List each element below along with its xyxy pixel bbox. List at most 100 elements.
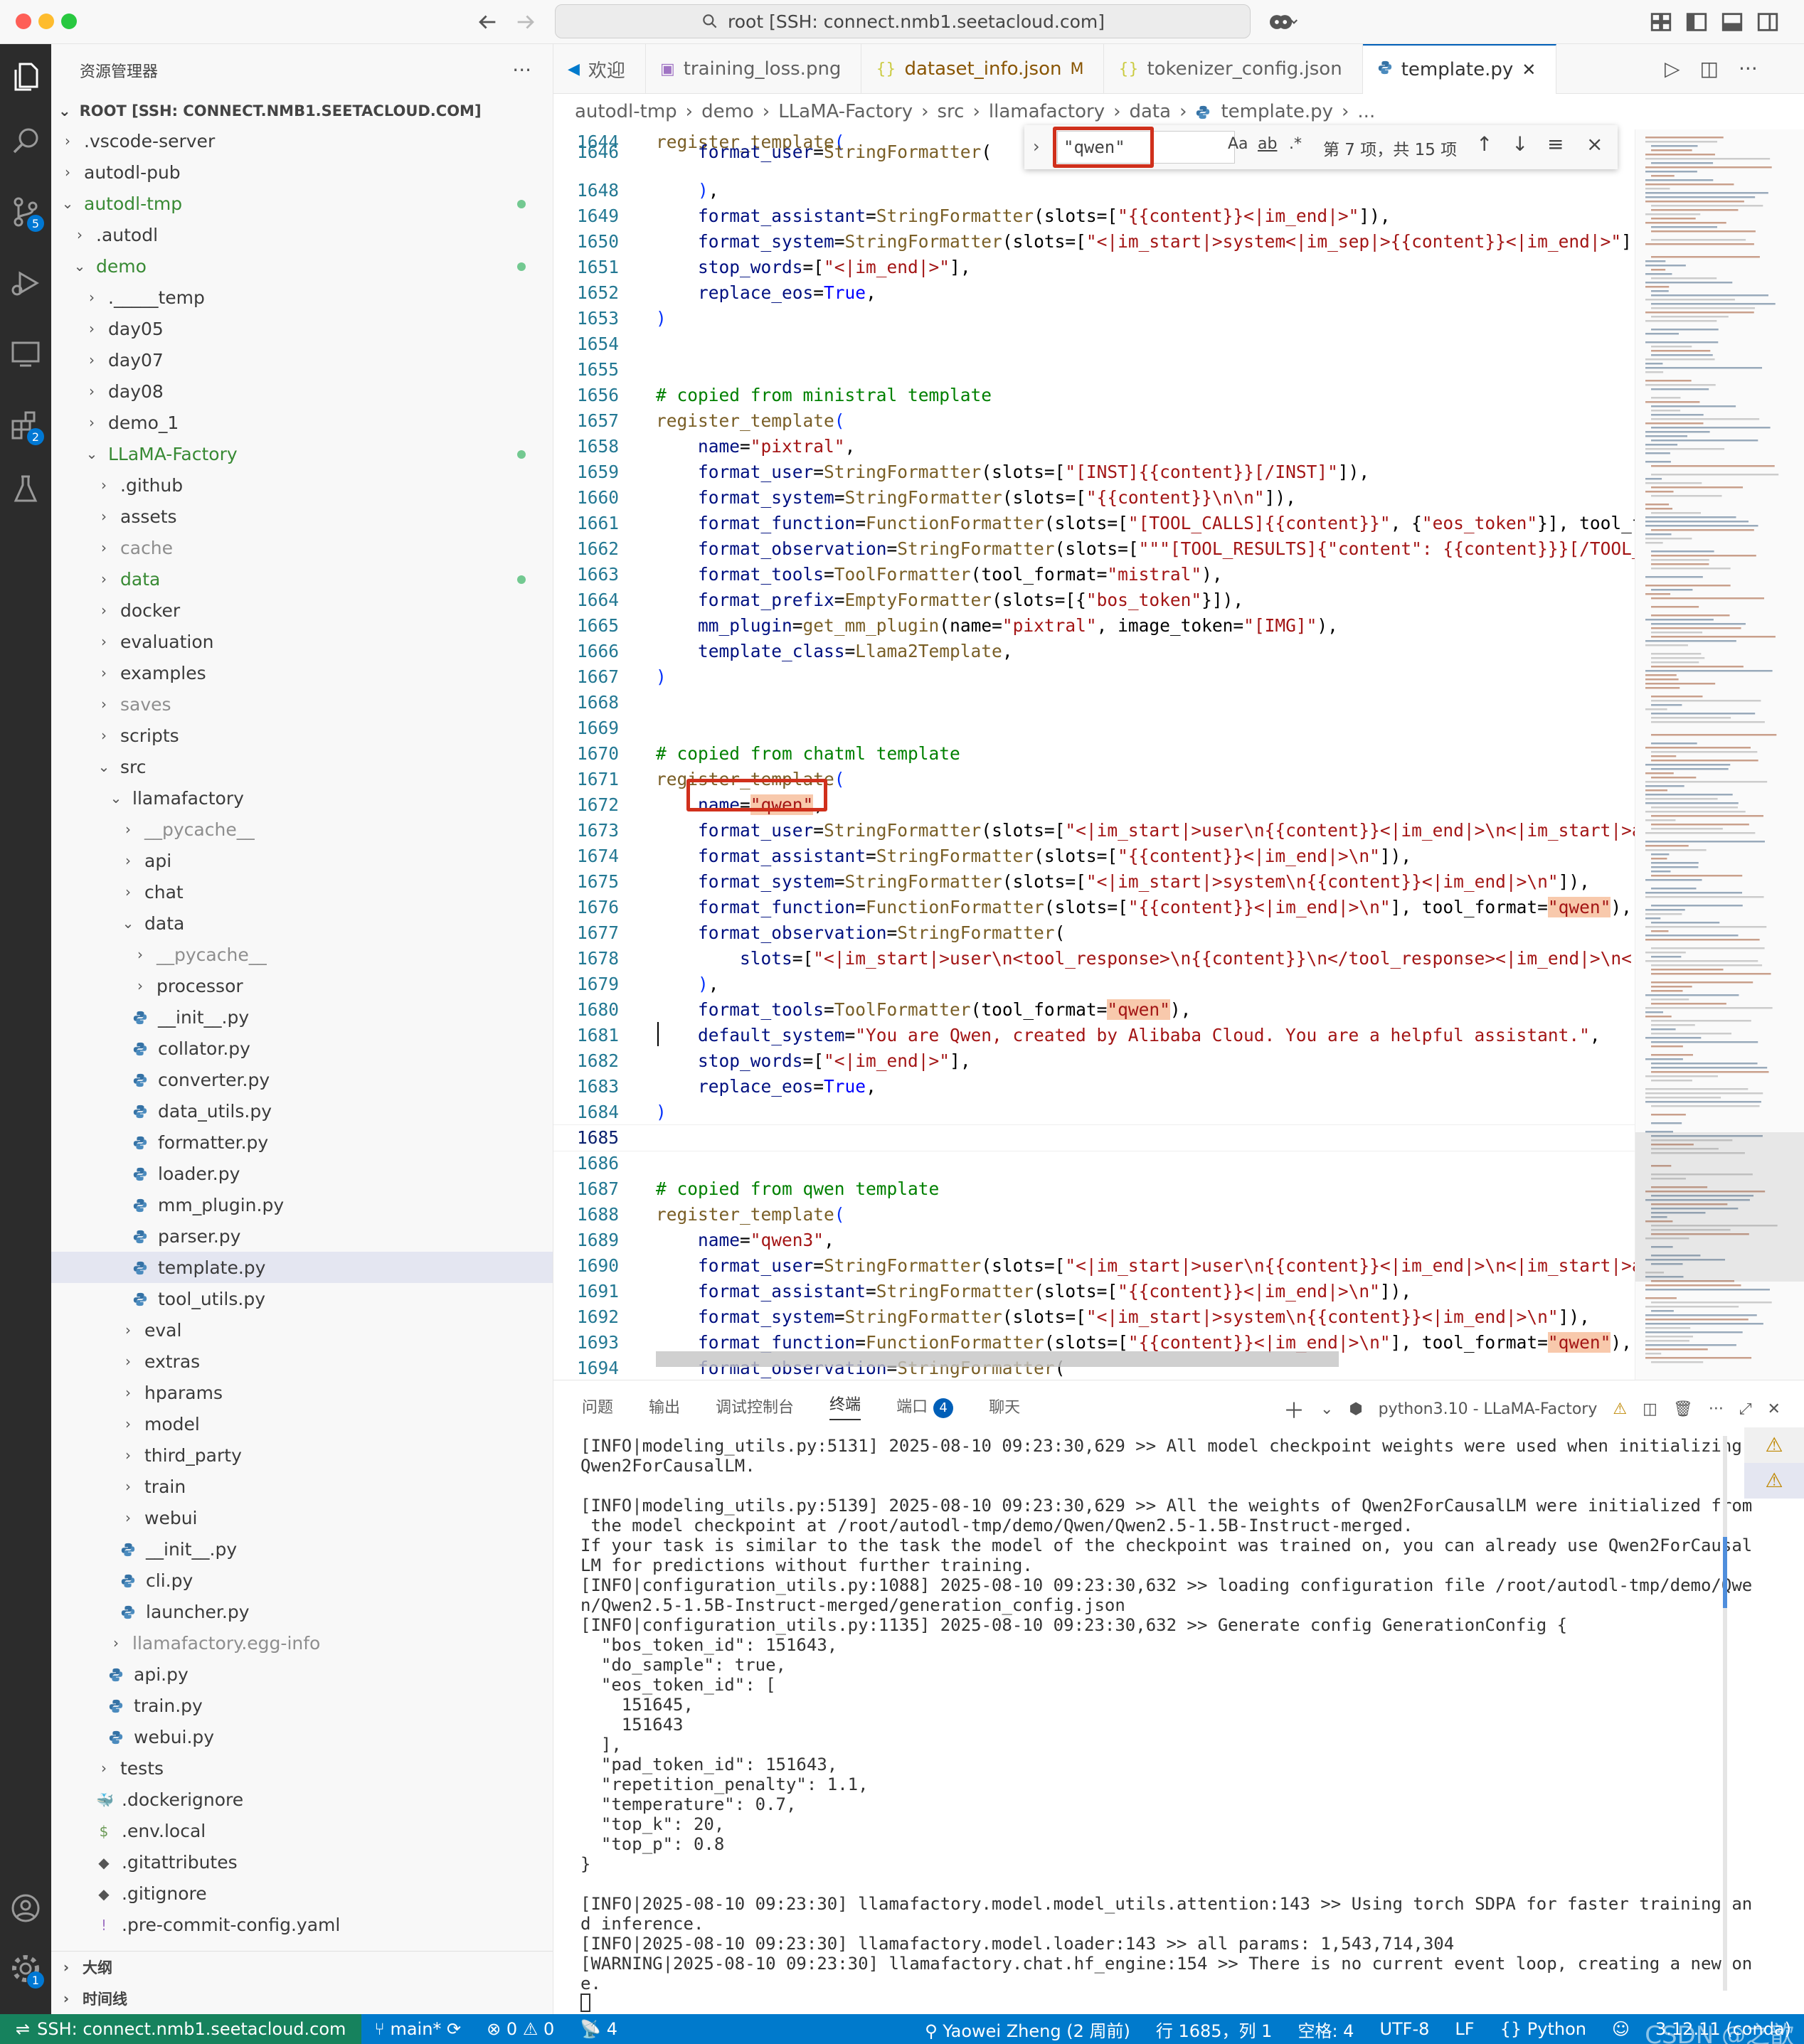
new-terminal-icon[interactable]: ＋ [1283, 1393, 1305, 1425]
tree-item[interactable]: api.py [51, 1659, 553, 1690]
tree-item[interactable]: webui.py [51, 1721, 553, 1752]
toggle-panel-icon[interactable] [1720, 10, 1744, 34]
tree-item[interactable]: › model [51, 1408, 553, 1439]
tree-item[interactable]: › .github [51, 469, 553, 501]
ports-indicator[interactable]: 📡 4 [567, 2019, 630, 2039]
tree-item[interactable]: ⌄ LLaMA-Factory [51, 438, 553, 469]
toggle-sidebar-icon[interactable] [1684, 10, 1709, 34]
tree-item[interactable]: › saves [51, 688, 553, 720]
tree-item[interactable]: › scripts [51, 720, 553, 751]
panel-tab[interactable]: 聊天 [989, 1395, 1020, 1417]
tree-item[interactable]: ⌄ data [51, 907, 553, 939]
breadcrumb-item[interactable]: llamafactory [989, 101, 1105, 122]
more-icon[interactable]: ··· [1739, 57, 1758, 80]
workspace-root[interactable]: ⌄ ROOT [SSH: CONNECT.NMB1.SEETACLOUD.COM] [51, 97, 553, 125]
terminal-output[interactable]: [INFO|modeling_utils.py:5131] 2025-08-10… [580, 1436, 1752, 2012]
explorer-button[interactable] [0, 51, 51, 102]
chevron-down-icon[interactable]: ⌄ [1320, 1400, 1333, 1418]
remote-explorer-button[interactable] [0, 329, 51, 380]
more-icon[interactable]: ··· [1709, 1400, 1724, 1418]
git-blame[interactable]: ⚲ Yaowei Zheng (2 周前) [912, 2017, 1143, 2042]
end-of-line[interactable]: LF [1442, 2019, 1487, 2039]
language-mode[interactable]: {} Python [1487, 2019, 1599, 2039]
terminal-name[interactable]: python3.10 - LLaMA-Factory [1379, 1400, 1598, 1418]
minimap[interactable] [1635, 129, 1804, 1380]
warning-icon[interactable]: ⚠ [1744, 1427, 1804, 1463]
timeline-section[interactable]: › 时间线 [51, 1983, 553, 2014]
more-actions-icon[interactable]: ··· [512, 58, 531, 82]
copilot-status-icon[interactable]: ☺ [1599, 2019, 1643, 2039]
maximize-panel-icon[interactable]: ⤢ [1739, 1400, 1752, 1418]
tree-item[interactable]: ⌄ autodl-tmp [51, 188, 553, 219]
run-debug-button[interactable] [0, 257, 51, 309]
panel-tab[interactable]: 端口 4 [896, 1394, 954, 1418]
tab-training-loss-png[interactable]: ▣ training_loss.png [646, 44, 862, 94]
tree-item[interactable]: › examples [51, 657, 553, 688]
warning-icon[interactable]: ⚠ [1744, 1463, 1804, 1499]
breadcrumb-item[interactable]: src [938, 101, 965, 122]
breadcrumb-item[interactable]: template.py [1221, 101, 1333, 122]
tree-item[interactable]: › evaluation [51, 626, 553, 657]
command-center[interactable]: root [SSH: connect.nmb1.seetacloud.com] [555, 4, 1251, 38]
tree-item[interactable]: formatter.py [51, 1127, 553, 1158]
tree-item[interactable]: › day07 [51, 344, 553, 376]
tree-item[interactable]: › cache [51, 532, 553, 563]
breadcrumb-item[interactable]: ... [1357, 101, 1375, 122]
tree-item[interactable]: ⌄ src [51, 751, 553, 782]
tree-item[interactable]: cli.py [51, 1565, 553, 1596]
tree-item[interactable]: › .vscode-server [51, 125, 553, 156]
tree-item[interactable]: launcher.py [51, 1596, 553, 1627]
tree-item[interactable]: › data [51, 563, 553, 595]
tree-item[interactable]: › hparams [51, 1377, 553, 1408]
tree-item[interactable]: › __pycache__ [51, 939, 553, 970]
horizontal-scrollbar[interactable] [656, 1351, 1339, 1367]
panel-tab[interactable]: 问题 [582, 1395, 613, 1417]
trash-icon[interactable]: 🗑 [1673, 1400, 1693, 1418]
breadcrumb-item[interactable]: demo [701, 101, 754, 122]
close-tab-icon[interactable]: ✕ [1522, 60, 1536, 80]
minimap-viewport[interactable] [1635, 1132, 1804, 1282]
close-window-button[interactable] [16, 14, 31, 29]
tree-item[interactable]: › third_party [51, 1439, 553, 1471]
remote-indicator[interactable]: ⇌ SSH: connect.nmb1.seetacloud.com [0, 2014, 362, 2044]
find-in-selection-icon[interactable]: ≡ [1547, 132, 1564, 156]
tree-item[interactable]: ! .pre-commit-config.yaml [51, 1909, 553, 1940]
indentation[interactable]: 空格: 4 [1285, 2017, 1367, 2042]
close-panel-icon[interactable]: ✕ [1767, 1400, 1780, 1418]
panel-tab[interactable]: 终端 [829, 1392, 861, 1420]
tree-item[interactable]: › day05 [51, 313, 553, 344]
breadcrumb-item[interactable]: data [1130, 101, 1172, 122]
panel-tab[interactable]: 输出 [649, 1395, 680, 1417]
tab-dataset-info-json[interactable]: {} dataset_info.json M [861, 44, 1105, 94]
manage-button[interactable]: 1 [0, 1943, 51, 1994]
tree-item[interactable]: loader.py [51, 1158, 553, 1189]
tree-item[interactable]: collator.py [51, 1033, 553, 1064]
close-find-icon[interactable]: × [1586, 132, 1603, 156]
match-case-toggle[interactable]: Aa [1228, 135, 1248, 153]
branch-indicator[interactable]: ⑂ main* ⟳ [361, 2019, 474, 2039]
tree-item[interactable]: ⌄ llamafactory [51, 782, 553, 814]
split-editor-icon[interactable]: ◫ [1700, 57, 1719, 80]
tree-item[interactable]: template.py [51, 1252, 553, 1283]
tree-item[interactable]: › __pycache__ [51, 814, 553, 845]
tree-item[interactable]: 🐳 .dockerignore [51, 1784, 553, 1815]
maximize-window-button[interactable] [61, 14, 77, 29]
tree-item[interactable]: $ .env.local [51, 1815, 553, 1846]
tree-item[interactable]: › processor [51, 970, 553, 1001]
tab--[interactable]: ◀ 欢迎 [553, 44, 646, 94]
tree-item[interactable]: ⌄ demo [51, 250, 553, 282]
extensions-button[interactable]: 2 [0, 400, 51, 451]
customize-layout-icon[interactable] [1649, 10, 1673, 34]
toggle-secondary-sidebar-icon[interactable] [1756, 10, 1780, 34]
run-icon[interactable]: ▷ [1665, 57, 1680, 80]
breadcrumb-item[interactable]: autodl-tmp [575, 101, 677, 122]
tree-item[interactable]: parser.py [51, 1220, 553, 1252]
next-match-icon[interactable]: ↓ [1512, 132, 1528, 156]
split-terminal-icon[interactable]: ◫ [1643, 1400, 1657, 1418]
tree-item[interactable]: mm_plugin.py [51, 1189, 553, 1220]
tree-item[interactable]: › ._____temp [51, 282, 553, 313]
tree-item[interactable]: data_utils.py [51, 1095, 553, 1127]
tree-item[interactable]: train.py [51, 1690, 553, 1721]
regex-toggle[interactable]: .* [1289, 135, 1302, 153]
tree-item[interactable]: › eval [51, 1314, 553, 1346]
